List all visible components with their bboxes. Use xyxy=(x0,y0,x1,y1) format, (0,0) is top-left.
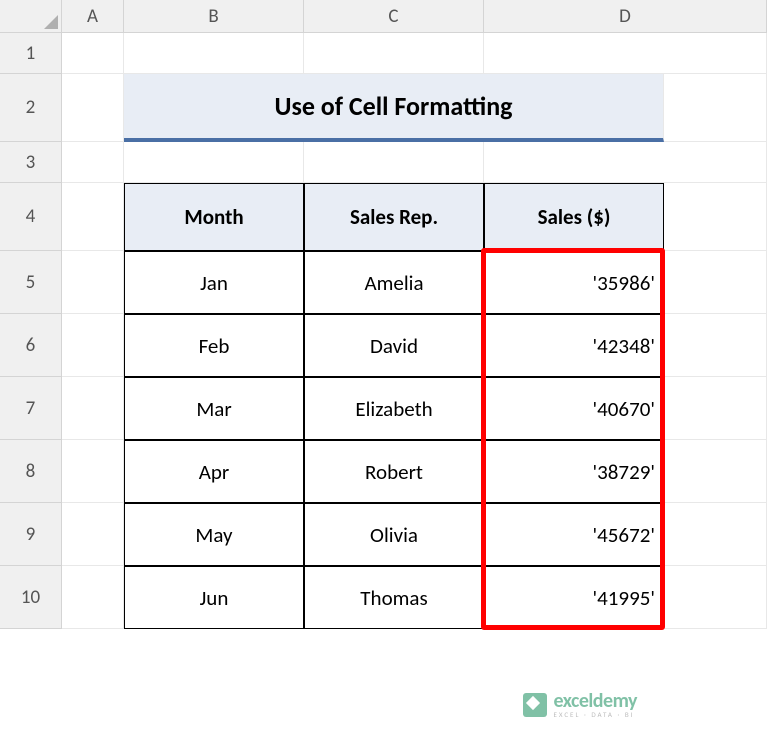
cell-sales-6[interactable]: '41995' xyxy=(484,566,664,629)
cell-a8[interactable] xyxy=(62,440,124,503)
watermark-main: exceldemy xyxy=(553,691,637,711)
watermark: exceldemy EXCEL · DATA · BI xyxy=(523,691,637,718)
cell-month-1[interactable]: Jan xyxy=(124,251,304,314)
cell-rep-3[interactable]: Elizabeth xyxy=(304,377,484,440)
cell-month-6[interactable]: Jun xyxy=(124,566,304,629)
cell-a2[interactable] xyxy=(62,74,124,142)
row-header-10[interactable]: 10 xyxy=(0,566,62,629)
header-month[interactable]: Month xyxy=(124,183,304,251)
spreadsheet: ABCD 12345678910 Use of Cell Formatting M… xyxy=(0,0,767,748)
cell-month-3[interactable]: Mar xyxy=(124,377,304,440)
header-sales[interactable]: Sales ($) xyxy=(484,183,664,251)
row-header-3[interactable]: 3 xyxy=(0,142,62,183)
cell-rep-6[interactable]: Thomas xyxy=(304,566,484,629)
header-rep[interactable]: Sales Rep. xyxy=(304,183,484,251)
column-header-a[interactable]: A xyxy=(62,0,124,33)
cell-a1[interactable] xyxy=(62,33,124,74)
cell-e9[interactable] xyxy=(664,503,767,566)
cell-a4[interactable] xyxy=(62,183,124,251)
watermark-icon xyxy=(523,693,547,717)
cell-rep-2[interactable]: David xyxy=(304,314,484,377)
cell-month-2[interactable]: Feb xyxy=(124,314,304,377)
cell-e2[interactable] xyxy=(664,74,767,142)
cell-sales-4[interactable]: '38729' xyxy=(484,440,664,503)
cell-c1[interactable] xyxy=(304,33,484,74)
cell-e7[interactable] xyxy=(664,377,767,440)
cell-c3[interactable] xyxy=(304,142,484,183)
row-header-5[interactable]: 5 xyxy=(0,251,62,314)
row-header-2[interactable]: 2 xyxy=(0,74,62,142)
cell-sales-1[interactable]: '35986' xyxy=(484,251,664,314)
column-header-c[interactable]: C xyxy=(304,0,484,33)
cell-a7[interactable] xyxy=(62,377,124,440)
cell-a5[interactable] xyxy=(62,251,124,314)
cell-e6[interactable] xyxy=(664,314,767,377)
cell-a9[interactable] xyxy=(62,503,124,566)
title-cell[interactable]: Use of Cell Formatting xyxy=(124,74,664,142)
column-headers-row: ABCD xyxy=(62,0,767,33)
cells-area: Use of Cell Formatting MonthSales Rep.Sal… xyxy=(62,33,767,629)
cell-rep-1[interactable]: Amelia xyxy=(304,251,484,314)
row-header-1[interactable]: 1 xyxy=(0,33,62,74)
cell-e5[interactable] xyxy=(664,251,767,314)
watermark-text: exceldemy EXCEL · DATA · BI xyxy=(553,691,637,718)
cell-b3[interactable] xyxy=(124,142,304,183)
cell-d1[interactable] xyxy=(484,33,767,74)
cell-rep-5[interactable]: Olivia xyxy=(304,503,484,566)
cell-a10[interactable] xyxy=(62,566,124,629)
select-all-button[interactable] xyxy=(0,0,62,33)
row-header-4[interactable]: 4 xyxy=(0,183,62,251)
row-header-8[interactable]: 8 xyxy=(0,440,62,503)
cell-month-4[interactable]: Apr xyxy=(124,440,304,503)
row-header-9[interactable]: 9 xyxy=(0,503,62,566)
cell-e4[interactable] xyxy=(664,183,767,251)
cell-rep-4[interactable]: Robert xyxy=(304,440,484,503)
cell-sales-2[interactable]: '42348' xyxy=(484,314,664,377)
cell-sales-3[interactable]: '40670' xyxy=(484,377,664,440)
row-header-7[interactable]: 7 xyxy=(0,377,62,440)
cell-month-5[interactable]: May xyxy=(124,503,304,566)
cell-d3[interactable] xyxy=(484,142,767,183)
cell-b1[interactable] xyxy=(124,33,304,74)
row-headers-column: 12345678910 xyxy=(0,33,62,629)
cell-sales-5[interactable]: '45672' xyxy=(484,503,664,566)
cell-a3[interactable] xyxy=(62,142,124,183)
row-header-6[interactable]: 6 xyxy=(0,314,62,377)
cell-e10[interactable] xyxy=(664,566,767,629)
watermark-sub: EXCEL · DATA · BI xyxy=(553,711,637,718)
cell-a6[interactable] xyxy=(62,314,124,377)
column-header-b[interactable]: B xyxy=(124,0,304,33)
cell-e8[interactable] xyxy=(664,440,767,503)
column-header-d[interactable]: D xyxy=(484,0,767,33)
